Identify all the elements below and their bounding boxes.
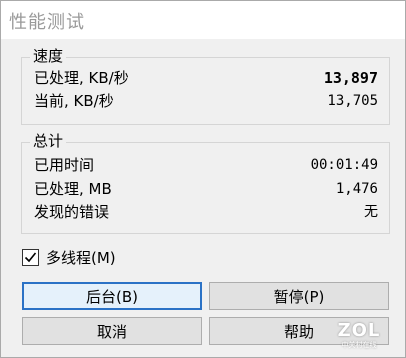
watermark-subtitle: 中关村在线: [341, 341, 377, 349]
window-title: 性能测试: [9, 12, 85, 33]
total-processed-row: 已处理, MB 1,476: [34, 179, 378, 199]
speed-current-label: 当前, KB/秒: [34, 92, 114, 110]
checkmark-icon: [24, 252, 37, 263]
pause-button[interactable]: 暂停(P): [209, 282, 389, 310]
speed-group-legend: 速度: [30, 46, 67, 66]
zol-watermark: ZOL 中关村在线: [333, 322, 385, 352]
title-bar[interactable]: 性能测试: [1, 1, 405, 39]
total-group-legend: 总计: [30, 131, 67, 151]
elapsed-label: 已用时间: [34, 156, 95, 174]
elapsed-value: 00:01:49: [310, 157, 378, 173]
speed-processed-value: 13,897: [323, 69, 378, 87]
watermark-logo: ZOL: [337, 320, 381, 341]
errors-value: 无: [364, 204, 378, 220]
multithread-checkbox[interactable]: [22, 249, 39, 266]
errors-label: 发现的错误: [34, 203, 110, 221]
background-button[interactable]: 后台(B): [22, 282, 202, 310]
speed-processed-label: 已处理, KB/秒: [34, 69, 129, 87]
cancel-button[interactable]: 取消: [22, 317, 202, 345]
total-processed-label: 已处理, MB: [34, 180, 112, 198]
errors-row: 发现的错误 无: [34, 202, 378, 222]
speed-group: 速度 已处理, KB/秒 13,897 当前, KB/秒 13,705: [21, 46, 390, 125]
performance-test-dialog: 性能测试 速度 已处理, KB/秒 13,897 当前, KB/秒 13,705…: [0, 0, 406, 358]
speed-current-value: 13,705: [327, 93, 378, 109]
total-group: 总计 已用时间 00:01:49 已处理, MB 1,476 发现的错误 无: [21, 131, 390, 234]
speed-current-row: 当前, KB/秒 13,705: [34, 91, 378, 111]
speed-processed-row: 已处理, KB/秒 13,897: [34, 68, 378, 88]
elapsed-row: 已用时间 00:01:49: [34, 155, 378, 175]
total-processed-value: 1,476: [335, 181, 378, 197]
multithread-label: 多线程(M): [46, 249, 116, 267]
